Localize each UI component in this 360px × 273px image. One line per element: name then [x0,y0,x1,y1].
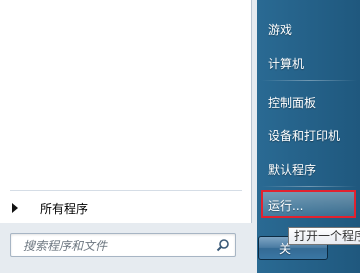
right-item-run[interactable]: 运行... [268,197,303,214]
right-item-control-panel[interactable]: 控制面板 [268,94,316,111]
separator [261,186,357,187]
divider [10,190,242,191]
right-item-computer[interactable]: 计算机 [268,55,304,72]
start-menu-left-pane: 所有程序 [0,0,257,273]
right-item-default-programs[interactable]: 默认程序 [268,161,316,178]
right-item-games[interactable]: 游戏 [268,21,292,38]
search-box[interactable] [10,233,236,257]
right-item-devices-printers[interactable]: 设备和打印机 [268,127,340,144]
all-programs-label: 所有程序 [40,201,89,216]
run-tooltip: 打开一个程序 [288,227,360,245]
search-input[interactable] [21,236,210,256]
tooltip-text: 打开一个程序 [294,229,360,243]
triangle-right-icon [12,203,18,213]
search-icon[interactable] [213,236,233,254]
all-programs-item[interactable]: 所有程序 [0,196,251,220]
separator [261,80,357,81]
